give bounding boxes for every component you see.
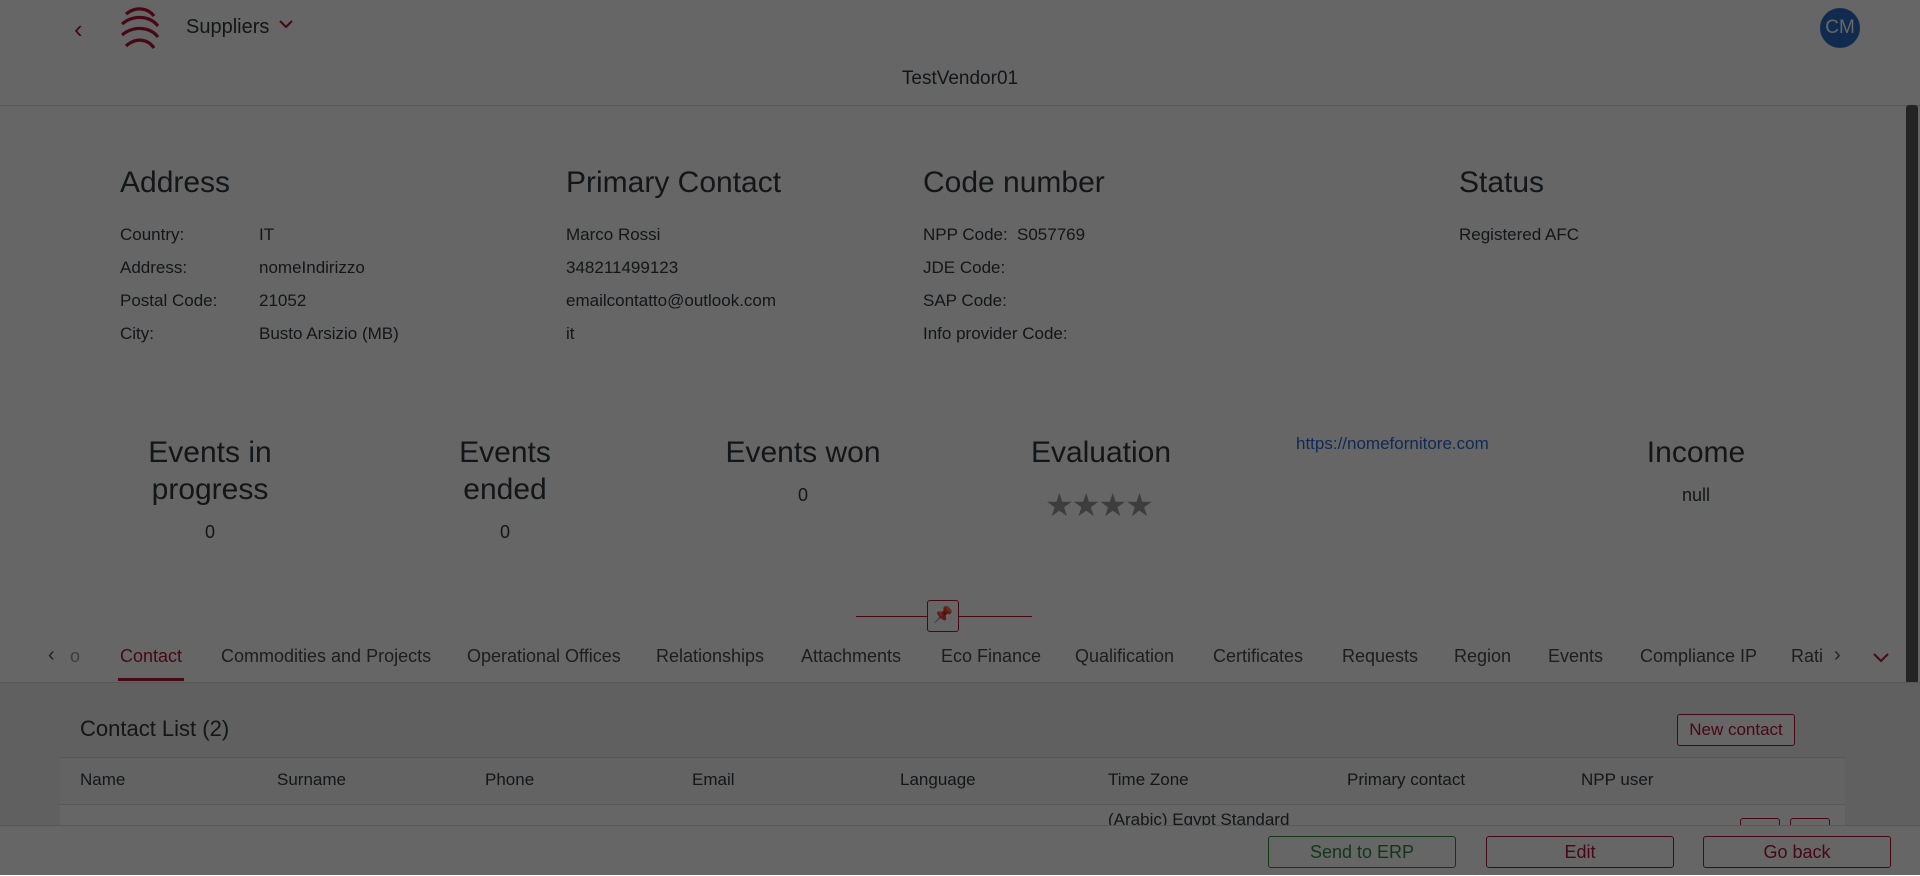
tab-qualification[interactable]: Qualification (1075, 646, 1174, 667)
sap-code-label: SAP Code: (923, 291, 1007, 310)
chevron-left-icon[interactable]: ‹ (74, 14, 83, 45)
status-heading: Status (1459, 166, 1545, 199)
tab-requests[interactable]: Requests (1342, 646, 1418, 667)
page-title: TestVendor01 (901, 68, 1019, 89)
app-title[interactable]: Suppliers (186, 16, 269, 39)
country-value: IT (259, 225, 275, 244)
postal-code-label: Postal Code: (120, 291, 218, 310)
jde-code-label: JDE Code: (923, 258, 1006, 277)
tabs-scroll-left-icon[interactable]: ‹ (48, 644, 55, 667)
send-to-erp-button[interactable]: Send to ERP (1268, 836, 1456, 868)
pin-icon[interactable]: 📌 (927, 600, 959, 632)
edit-button[interactable]: Edit (1486, 836, 1674, 868)
tab-events[interactable]: Events (1548, 646, 1603, 667)
column-header-surname[interactable]: Surname (277, 770, 346, 790)
new-contact-button[interactable]: New contact (1677, 714, 1795, 746)
kpi-value: null (1681, 485, 1711, 505)
chevron-down-icon[interactable] (1872, 650, 1890, 664)
kpi-evaluation: Evaluation (1001, 434, 1201, 471)
tab-bar: ‹ o Contact Commodities and Projects Ope… (0, 636, 1920, 683)
info-provider-code-label: Info provider Code: (923, 324, 1068, 343)
address-label: Address: (120, 258, 188, 277)
tab-compliance-ip[interactable]: Compliance IP (1640, 646, 1757, 667)
contact-email: emailcontatto@outlook.com (566, 291, 777, 310)
website-link[interactable]: https://nomefornitore.com (1296, 434, 1489, 454)
country-label: Country: (120, 225, 185, 244)
active-tab-indicator (118, 678, 184, 681)
address-value: nomeIndirizzo (259, 258, 365, 277)
tab-contact[interactable]: Contact (120, 646, 182, 667)
tab-certificates[interactable]: Certificates (1213, 646, 1303, 667)
kpi-title: Income (1646, 436, 1746, 469)
footer-bar: Send to ERP Edit Go back (0, 825, 1920, 876)
go-back-button[interactable]: Go back (1703, 836, 1891, 868)
kpi-events-in-progress: Events in progress 0 (110, 434, 310, 543)
column-header-time-zone[interactable]: Time Zone (1108, 770, 1189, 790)
column-header-email[interactable]: Email (692, 770, 735, 790)
contact-phone: 348211499123 (566, 258, 679, 277)
tab-attachments[interactable]: Attachments (801, 646, 901, 667)
kpi-income: Income null (1596, 434, 1796, 506)
vertical-scrollbar[interactable] (1906, 105, 1918, 721)
kpi-title: Events ended (459, 436, 551, 506)
contact-name: Marco Rossi (566, 225, 661, 244)
tab-region[interactable]: Region (1454, 646, 1511, 667)
tab-operational-offices[interactable]: Operational Offices (467, 646, 621, 667)
contact-language: it (566, 324, 575, 343)
kpi-events-won: Events won 0 (703, 434, 903, 506)
tab-partial-right[interactable]: Rati (1791, 646, 1823, 667)
chevron-down-icon[interactable] (278, 17, 294, 31)
primary-contact-heading: Primary Contact (566, 166, 782, 199)
column-header-name[interactable]: Name (80, 770, 125, 790)
company-logo (120, 7, 160, 49)
tab-partial-left[interactable]: o (70, 646, 80, 667)
app-header: ‹ Suppliers CM TestVendor01 (0, 0, 1920, 106)
avatar[interactable]: CM (1820, 8, 1860, 48)
tab-relationships[interactable]: Relationships (656, 646, 764, 667)
rating-stars-icon[interactable]: ★★★★ (1045, 486, 1154, 524)
kpi-title: Events won (725, 436, 881, 469)
kpi-value: 0 (499, 522, 510, 542)
npp-code-value: S057769 (1017, 225, 1086, 244)
column-header-language[interactable]: Language (900, 770, 976, 790)
npp-code-label: NPP Code: (923, 225, 1008, 244)
postal-code-value: 21052 (259, 291, 307, 310)
column-header-phone[interactable]: Phone (485, 770, 534, 790)
tab-commodities-projects[interactable]: Commodities and Projects (221, 646, 431, 667)
column-header-npp-user[interactable]: NPP user (1581, 770, 1653, 790)
city-label: City: (120, 324, 154, 343)
kpi-value: 0 (797, 485, 808, 505)
tabs-scroll-right-icon[interactable]: › (1834, 644, 1841, 667)
kpi-title: Evaluation (1030, 436, 1172, 469)
kpi-title: Events in progress (148, 436, 272, 506)
kpi-value: 0 (204, 522, 215, 542)
kpi-events-ended: Events ended 0 (405, 434, 605, 543)
contact-list-title: Contact List (2) (80, 716, 230, 741)
tab-eco-finance[interactable]: Eco Finance (941, 646, 1041, 667)
address-heading: Address (120, 166, 231, 199)
table-header: Name Surname Phone Email Language Time Z… (60, 758, 1845, 805)
column-header-primary-contact[interactable]: Primary contact (1347, 770, 1465, 790)
code-number-heading: Code number (923, 166, 1105, 199)
status-value: Registered AFC (1459, 225, 1579, 244)
city-value: Busto Arsizio (MB) (259, 324, 399, 343)
